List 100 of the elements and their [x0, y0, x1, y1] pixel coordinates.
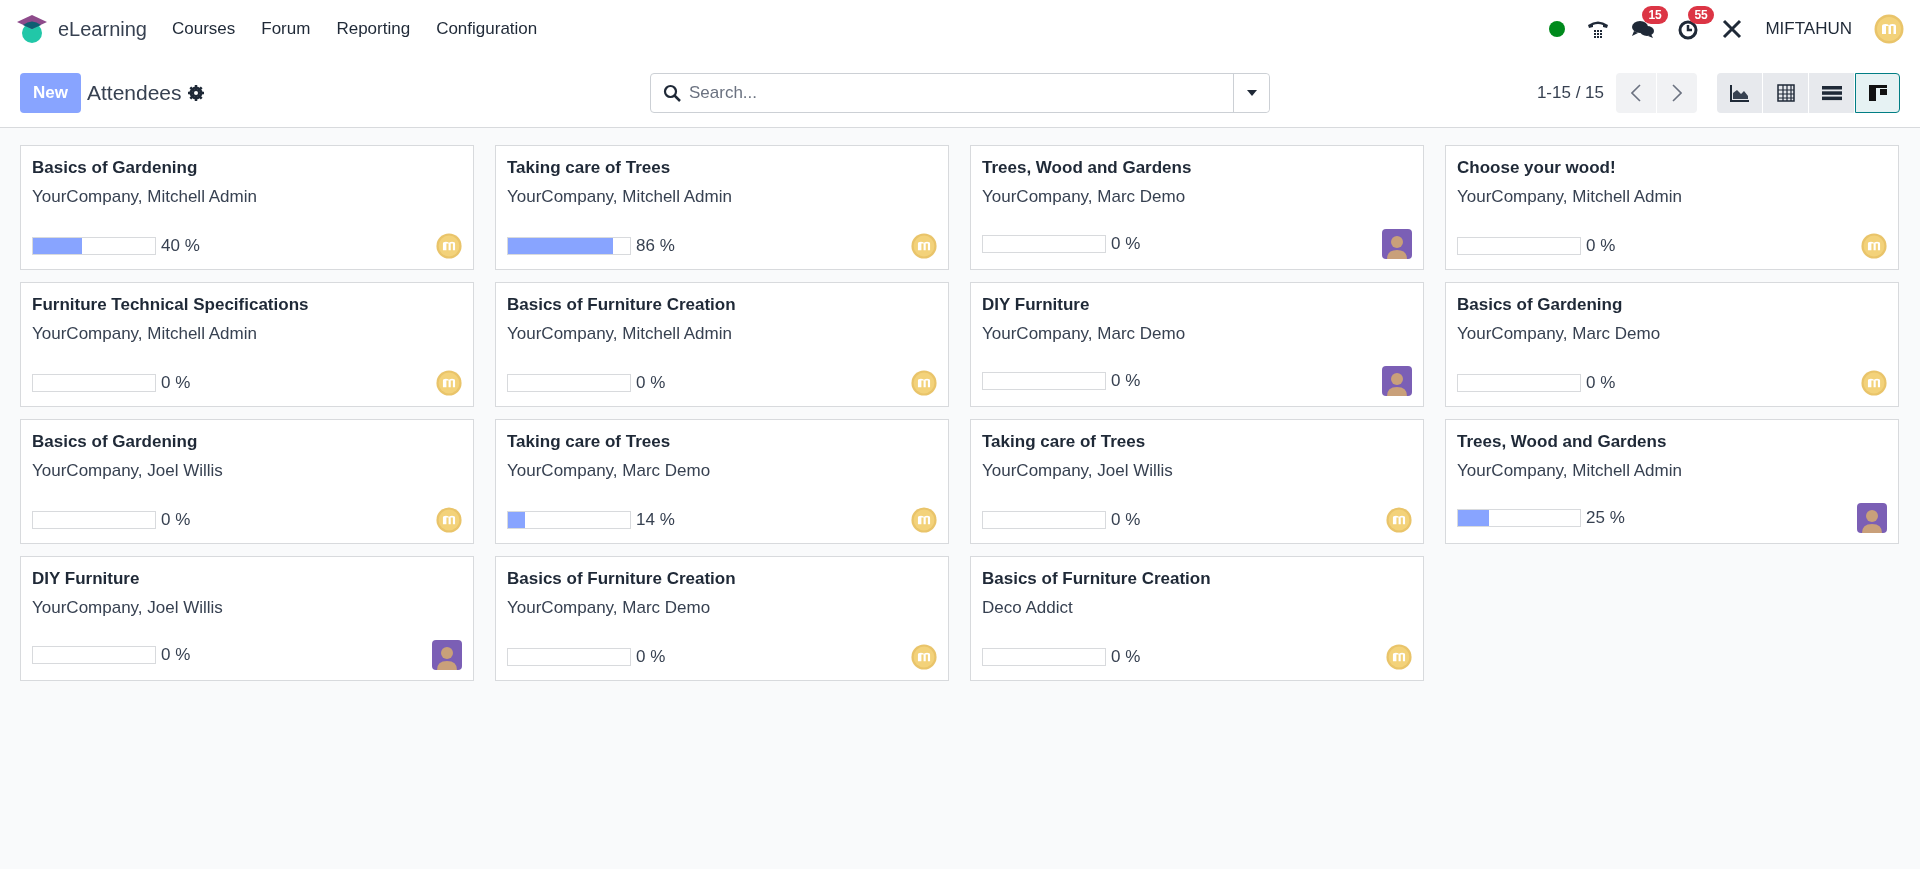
attendee-name: YourCompany, Joel Willis — [982, 461, 1173, 481]
progress-percent: 0 % — [636, 647, 666, 667]
course-card[interactable]: Taking care of Trees YourCompany, Mitchell Admin 86 % — [495, 145, 949, 270]
course-title: DIY Furniture — [982, 295, 1090, 315]
progress-percent: 0 % — [1111, 371, 1141, 391]
course-card[interactable]: Trees, Wood and Gardens YourCompany, Mitchell Admin 25 % — [1445, 419, 1899, 544]
activity-count-badge: 55 — [1688, 6, 1714, 24]
attendee-name: YourCompany, Mitchell Admin — [1457, 187, 1682, 207]
course-card[interactable]: Basics of Furniture Creation Deco Addict 0 % — [970, 556, 1424, 681]
user-avatar-icon — [1857, 503, 1887, 533]
view-switch-button[interactable] — [1809, 72, 1854, 113]
menu-item[interactable]: Forum — [248, 11, 324, 47]
attendee-name: YourCompany, Marc Demo — [507, 461, 711, 481]
menu-item[interactable]: Reporting — [323, 11, 424, 47]
area-chart-icon — [1729, 83, 1750, 102]
coin-avatar-icon — [1861, 233, 1887, 259]
attendee-name: Deco Addict — [982, 598, 1073, 618]
view-switch-button[interactable] — [1717, 72, 1762, 113]
course-title: Basics of Gardening — [32, 158, 198, 178]
message-count-badge: 15 — [1642, 6, 1668, 24]
coin-avatar-icon — [1386, 507, 1412, 533]
coin-avatar-icon — [1386, 644, 1412, 670]
table-grid-icon — [1776, 83, 1795, 102]
progress-percent: 0 % — [1111, 234, 1141, 254]
chevron-left-icon — [1631, 83, 1641, 102]
course-card[interactable]: Basics of Furniture Creation YourCompany, Marc Demo 0 % — [495, 556, 949, 681]
course-card[interactable]: Basics of Gardening YourCompany, Marc Demo 0 % — [1445, 282, 1899, 407]
course-title: Taking care of Trees — [507, 158, 671, 178]
course-title: Choose your wood! — [1457, 158, 1616, 178]
course-title: DIY Furniture — [32, 569, 140, 589]
course-title: Basics of Furniture Creation — [507, 569, 736, 589]
user-name[interactable]: MIFTAHUN — [1765, 19, 1852, 39]
progress-percent: 0 % — [1111, 647, 1141, 667]
coin-avatar-icon — [436, 370, 462, 396]
attendee-name: YourCompany, Mitchell Admin — [1457, 461, 1682, 481]
course-card[interactable]: Furniture Technical Specifications YourCompany, Mitchell Admin 0 % — [20, 282, 474, 407]
course-card[interactable]: Taking care of Trees YourCompany, Joel Willis 0 % — [970, 419, 1424, 544]
progress-percent: 25 % — [1586, 508, 1625, 528]
coin-avatar-icon — [911, 233, 937, 259]
chevron-right-icon — [1672, 83, 1682, 102]
course-card[interactable]: Basics of Gardening YourCompany, Mitchell Admin 40 % — [20, 145, 474, 270]
course-title: Basics of Furniture Creation — [507, 295, 736, 315]
course-card[interactable]: DIY Furniture YourCompany, Joel Willis 0 % — [20, 556, 474, 681]
course-title: Trees, Wood and Gardens — [1457, 432, 1667, 452]
search-icon — [663, 83, 681, 102]
course-card[interactable]: DIY Furniture YourCompany, Marc Demo 0 % — [970, 282, 1424, 407]
search-options-button[interactable] — [1233, 73, 1269, 112]
attendee-name: YourCompany, Marc Demo — [507, 598, 711, 618]
graduation-cap-icon[interactable] — [16, 13, 48, 45]
progress-percent: 0 % — [636, 373, 666, 393]
attendee-name: YourCompany, Marc Demo — [982, 187, 1186, 207]
course-card[interactable]: Trees, Wood and Gardens YourCompany, Marc Demo 0 % — [970, 145, 1424, 270]
kanban-icon — [1867, 83, 1888, 102]
course-title: Basics of Gardening — [32, 432, 198, 452]
clock-icon[interactable] — [1677, 18, 1700, 40]
coin-avatar-icon — [911, 370, 937, 396]
course-title: Taking care of Trees — [507, 432, 671, 452]
progress-percent: 40 % — [161, 236, 200, 256]
attendee-name: YourCompany, Mitchell Admin — [32, 187, 257, 207]
course-card[interactable]: Basics of Gardening YourCompany, Joel Willis 0 % — [20, 419, 474, 544]
attendee-name: YourCompany, Marc Demo — [982, 324, 1186, 344]
pager-text: 1-15 / 15 — [1536, 82, 1604, 103]
course-title: Basics of Gardening — [1457, 295, 1623, 315]
list-icon — [1821, 84, 1842, 101]
attendee-name: YourCompany, Mitchell Admin — [507, 324, 732, 344]
page-title: Attendees — [86, 80, 182, 105]
gear-icon[interactable] — [187, 84, 204, 101]
app-name[interactable]: eLearning — [58, 17, 147, 41]
coin-avatar-icon — [911, 644, 937, 670]
progress-percent: 86 % — [636, 236, 675, 256]
user-avatar-icon — [1382, 366, 1412, 396]
attendee-name: YourCompany, Mitchell Admin — [32, 324, 257, 344]
view-switch-button[interactable] — [1763, 72, 1808, 113]
progress-percent: 0 % — [1586, 236, 1616, 256]
status-dot-icon — [1549, 21, 1566, 37]
attendee-name: YourCompany, Joel Willis — [32, 461, 223, 481]
course-card[interactable]: Taking care of Trees YourCompany, Marc Demo 14 % — [495, 419, 949, 544]
user-avatar-icon — [432, 640, 462, 670]
course-card[interactable]: Basics of Furniture Creation YourCompany, Mitchell Admin 0 % — [495, 282, 949, 407]
user-avatar-icon — [1382, 229, 1412, 259]
course-title: Basics of Furniture Creation — [982, 569, 1211, 589]
attendee-name: YourCompany, Marc Demo — [1457, 324, 1661, 344]
caret-icon — [1246, 89, 1257, 96]
course-title: Trees, Wood and Gardens — [982, 158, 1192, 178]
progress-percent: 14 % — [636, 510, 675, 530]
course-title: Taking care of Trees — [982, 432, 1146, 452]
view-switch-button[interactable] — [1855, 72, 1900, 113]
attendee-name: YourCompany, Joel Willis — [32, 598, 223, 618]
attendee-name: YourCompany, Mitchell Admin — [507, 187, 732, 207]
menu-item[interactable]: Configuration — [423, 11, 551, 47]
course-card[interactable]: Choose your wood! YourCompany, Mitchell Admin 0 % — [1445, 145, 1899, 270]
coin-avatar-icon — [1874, 14, 1904, 44]
chat-icon[interactable] — [1631, 18, 1656, 40]
progress-percent: 0 % — [1111, 510, 1141, 530]
coin-avatar-icon — [911, 507, 937, 533]
coin-avatar-icon — [436, 507, 462, 533]
coin-avatar-icon — [1861, 370, 1887, 396]
progress-percent: 0 % — [161, 373, 191, 393]
progress-percent: 0 % — [161, 510, 191, 530]
menu-item[interactable]: Courses — [158, 11, 249, 47]
